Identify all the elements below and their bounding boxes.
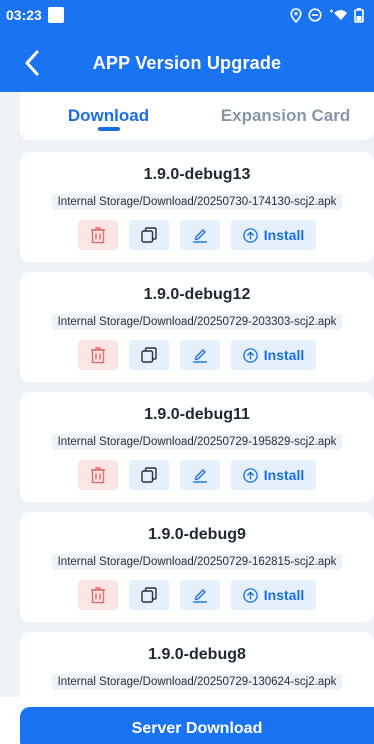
version-label: 1.9.0-debug12: [143, 286, 251, 303]
tab-download[interactable]: Download: [20, 92, 197, 140]
upload-circle-icon: [243, 347, 258, 363]
version-label: 1.9.0-debug8: [148, 646, 246, 663]
version-label: 1.9.0-debug13: [143, 166, 251, 183]
edit-button[interactable]: [179, 340, 220, 370]
trash-icon: [90, 347, 105, 364]
trash-icon: [90, 467, 105, 484]
edit-button[interactable]: [179, 220, 220, 250]
tab-expansion-card-label: Expansion Card: [220, 106, 351, 125]
apk-file-card: 1.9.0-debug12 Internal Storage/Download/…: [20, 272, 374, 382]
install-button[interactable]: Install: [230, 340, 317, 370]
edit-icon: [192, 349, 207, 363]
apk-file-card: 1.9.0-debug11 Internal Storage/Download/…: [20, 392, 374, 502]
edit-button[interactable]: [179, 460, 220, 490]
status-time: 03:23: [6, 7, 42, 23]
upload-circle-icon: [243, 227, 258, 243]
install-label: Install: [263, 227, 305, 243]
delete-button[interactable]: [77, 340, 118, 370]
dnd-icon: [308, 8, 322, 22]
install-label: Install: [263, 467, 305, 483]
install-button[interactable]: Install: [230, 580, 317, 610]
edit-icon: [192, 469, 207, 483]
page-header: APP Version Upgrade: [0, 38, 374, 88]
copy-button[interactable]: [128, 580, 169, 610]
bottom-bar: Server Download: [0, 697, 374, 744]
file-path: Internal Storage/Download/20250729-20330…: [51, 314, 343, 330]
upload-circle-icon: [243, 587, 258, 603]
tab-active-indicator: [97, 127, 120, 131]
file-actions: Install: [77, 340, 317, 370]
tab-bar: Download Expansion Card: [20, 92, 374, 140]
file-actions: Install: [77, 580, 317, 610]
upload-circle-icon: [243, 467, 258, 483]
copy-icon: [141, 227, 157, 243]
version-label: 1.9.0-debug9: [148, 526, 246, 543]
tab-download-label: Download: [67, 106, 150, 125]
delete-button[interactable]: [77, 220, 118, 250]
server-download-button[interactable]: Server Download: [20, 707, 374, 744]
trash-icon: [90, 587, 105, 604]
copy-button[interactable]: [128, 340, 169, 370]
delete-button[interactable]: [77, 580, 118, 610]
copy-icon: [141, 347, 157, 363]
apk-file-card: 1.9.0-debug13 Internal Storage/Download/…: [20, 152, 374, 262]
version-label: 1.9.0-debug11: [144, 406, 250, 423]
back-button[interactable]: [18, 48, 46, 78]
wifi-icon: [330, 9, 347, 20]
file-actions: Install: [77, 460, 317, 490]
copy-icon: [141, 587, 157, 603]
back-arrow-icon: [25, 50, 39, 76]
copy-icon: [141, 467, 157, 483]
file-path: Internal Storage/Download/20250729-19582…: [51, 434, 343, 450]
file-actions: Install: [77, 220, 317, 250]
page-title: APP Version Upgrade: [92, 52, 282, 73]
tab-expansion-card[interactable]: Expansion Card: [197, 92, 374, 140]
copy-button[interactable]: [128, 460, 169, 490]
install-button[interactable]: Install: [230, 460, 317, 490]
apk-file-list[interactable]: 1.9.0-debug13 Internal Storage/Download/…: [20, 152, 374, 697]
install-button[interactable]: Install: [230, 220, 317, 250]
apk-file-card: 1.9.0-debug8 Internal Storage/Download/2…: [20, 632, 374, 697]
file-path: Internal Storage/Download/20250730-17413…: [51, 194, 343, 210]
notification-icon: [47, 7, 64, 23]
delete-button[interactable]: [77, 460, 118, 490]
apk-file-card: 1.9.0-debug9 Internal Storage/Download/2…: [20, 512, 374, 622]
file-path: Internal Storage/Download/20250729-16281…: [51, 554, 343, 570]
edit-icon: [192, 589, 207, 603]
install-label: Install: [263, 347, 305, 363]
edit-icon: [192, 229, 207, 243]
trash-icon: [90, 227, 105, 244]
copy-button[interactable]: [128, 220, 169, 250]
install-label: Install: [263, 587, 305, 603]
file-path: Internal Storage/Download/20250729-13062…: [51, 674, 343, 690]
app-header-bar: 03:23 APP Version Upgrade: [0, 0, 374, 92]
location-icon: [290, 7, 302, 23]
edit-button[interactable]: [179, 580, 220, 610]
battery-icon: [354, 7, 364, 23]
status-bar: 03:23: [0, 0, 374, 30]
